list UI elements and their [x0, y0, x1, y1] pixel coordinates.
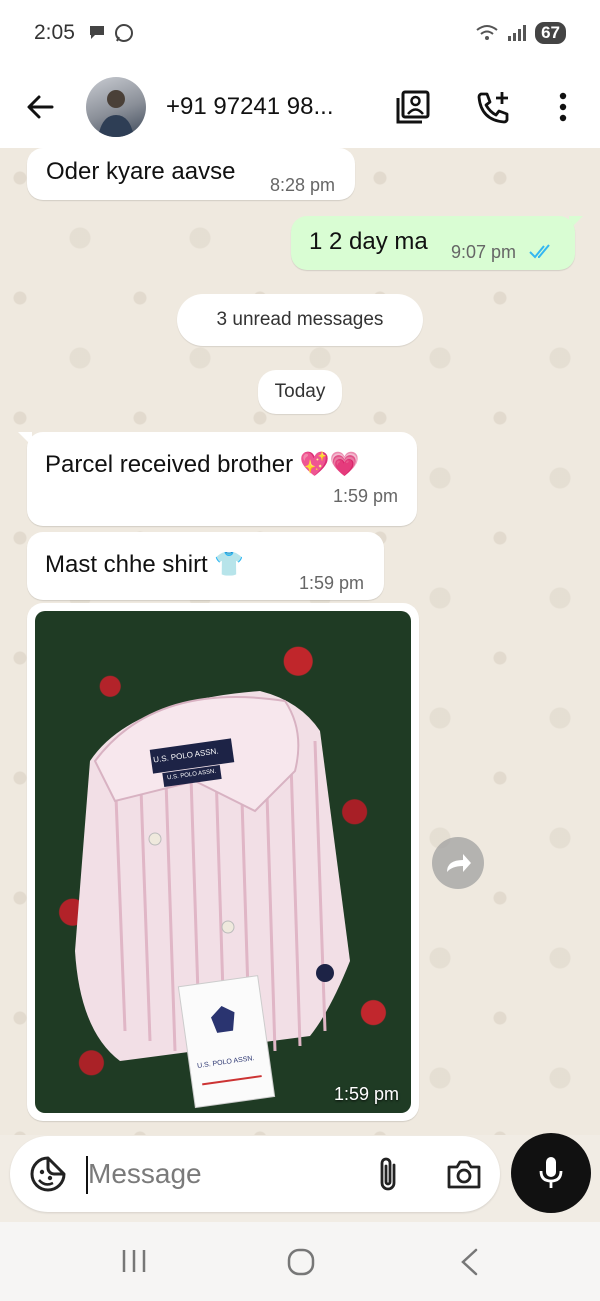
forward-button[interactable] [432, 837, 484, 889]
message-time: 1:59 pm [333, 486, 399, 506]
system-nav-bar [0, 1222, 600, 1301]
shirt-photo[interactable]: U.S. POLO ASSN. U.S. POLO ASSN. U.S. POL… [35, 611, 411, 1113]
paperclip-icon [380, 1157, 396, 1191]
camera-button[interactable] [444, 1154, 484, 1194]
battery-level: 67 [535, 22, 566, 44]
contact-card-icon [396, 90, 430, 124]
message-bubble[interactable]: Parcel received brother 💖💗 1:59 pm [27, 432, 417, 526]
message-text: Mast chhe shirt 👕 [45, 551, 245, 578]
avatar-photo [98, 90, 134, 137]
date-chip: Today [258, 370, 342, 414]
date-chip-label: Today [274, 381, 326, 402]
unread-messages-label: 3 unread messages [216, 309, 384, 330]
back-button[interactable] [0, 66, 80, 148]
wifi-icon [476, 25, 498, 40]
message-bubble[interactable]: Oder kyare aavse 8:28 pm [27, 148, 355, 200]
chat-area[interactable]: Oder kyare aavse 8:28 pm 1 2 day ma 9:07… [0, 148, 600, 1135]
shirt-illustration [75, 691, 350, 1109]
chat-notification-icon [89, 26, 104, 39]
system-back-icon[interactable] [458, 1247, 480, 1277]
sticker-icon [30, 1156, 66, 1192]
recent-apps-icon[interactable] [120, 1247, 148, 1275]
unread-messages-banner: 3 unread messages [177, 294, 423, 346]
mic-icon [539, 1157, 563, 1188]
signal-icon [508, 25, 527, 41]
add-call-icon [477, 92, 509, 124]
more-vert-icon [559, 92, 567, 122]
sticker-button[interactable] [28, 1154, 68, 1194]
message-bubble[interactable]: Mast chhe shirt 👕 1:59 pm [27, 532, 384, 600]
forward-icon [447, 854, 471, 872]
home-icon[interactable] [286, 1247, 316, 1277]
avatar[interactable] [86, 77, 146, 137]
notification-icons [87, 22, 135, 44]
message-composer [10, 1136, 500, 1212]
image-message-time: 1:59 pm [333, 1084, 399, 1104]
message-time: 1:59 pm [299, 573, 365, 593]
status-bar: 2:05 67 [0, 0, 600, 66]
whatsapp-notification-icon [114, 24, 133, 42]
status-right: 67 [475, 22, 566, 44]
attach-button[interactable] [368, 1154, 408, 1194]
message-text: Oder kyare aavse [46, 158, 236, 185]
more-options-button[interactable] [538, 82, 588, 132]
message-time: 9:07 pm [451, 242, 517, 262]
status-time: 2:05 [34, 21, 75, 44]
message-text: 1 2 day ma [309, 228, 428, 255]
read-receipt-icon [529, 244, 550, 259]
call-button[interactable] [468, 82, 518, 132]
message-input[interactable] [88, 1152, 348, 1196]
arrow-left-icon [27, 95, 54, 119]
voice-message-button[interactable] [511, 1133, 591, 1213]
message-text: Parcel received brother 💖💗 [45, 451, 360, 478]
view-contact-button[interactable] [388, 82, 438, 132]
message-time: 8:28 pm [270, 175, 336, 195]
message-bubble-outgoing[interactable]: 1 2 day ma 9:07 pm [291, 216, 575, 270]
contact-name[interactable]: +91 97241 98... [166, 93, 376, 121]
camera-icon [447, 1160, 481, 1189]
chat-header: +91 97241 98... [0, 66, 600, 148]
